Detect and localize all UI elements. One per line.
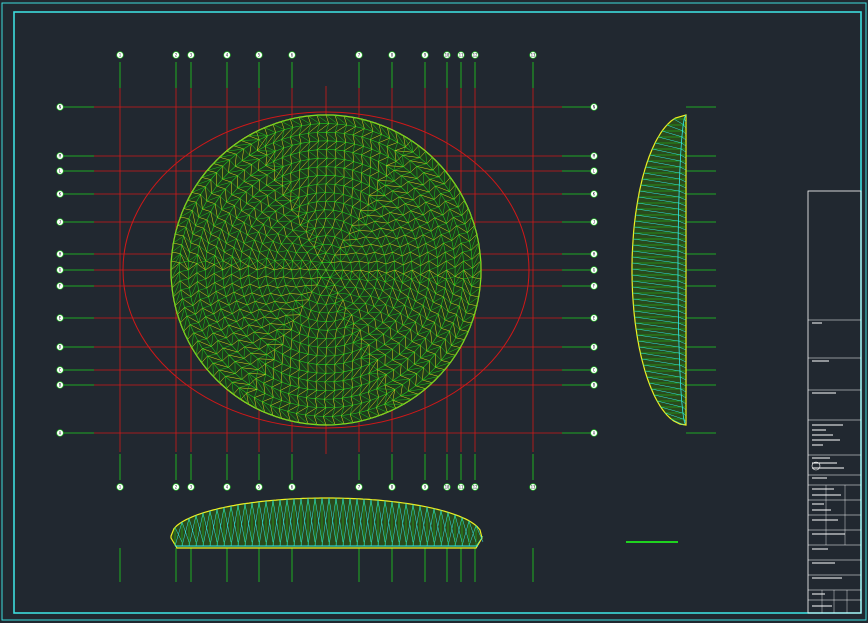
dome-plan-mesh [170, 114, 482, 426]
axis-bubble-label: 11 [459, 484, 464, 489]
cad-drawing-canvas[interactable]: 1122334455667788991010111112121313N NM ML L… [0, 0, 868, 623]
axis-bubble-label: 13 [531, 52, 536, 57]
axis-bubble-label: 13 [531, 484, 536, 489]
axis-bubble-label: 10 [445, 52, 450, 57]
axis-bubble-label: 12 [473, 52, 478, 57]
axis-bubble-label: 10 [445, 484, 450, 489]
axis-bubble-label: J [593, 219, 595, 224]
axis-bubble-label: J [59, 219, 61, 224]
axis-bubble-label: 11 [459, 52, 464, 57]
axis-bubble-label: 12 [473, 484, 478, 489]
